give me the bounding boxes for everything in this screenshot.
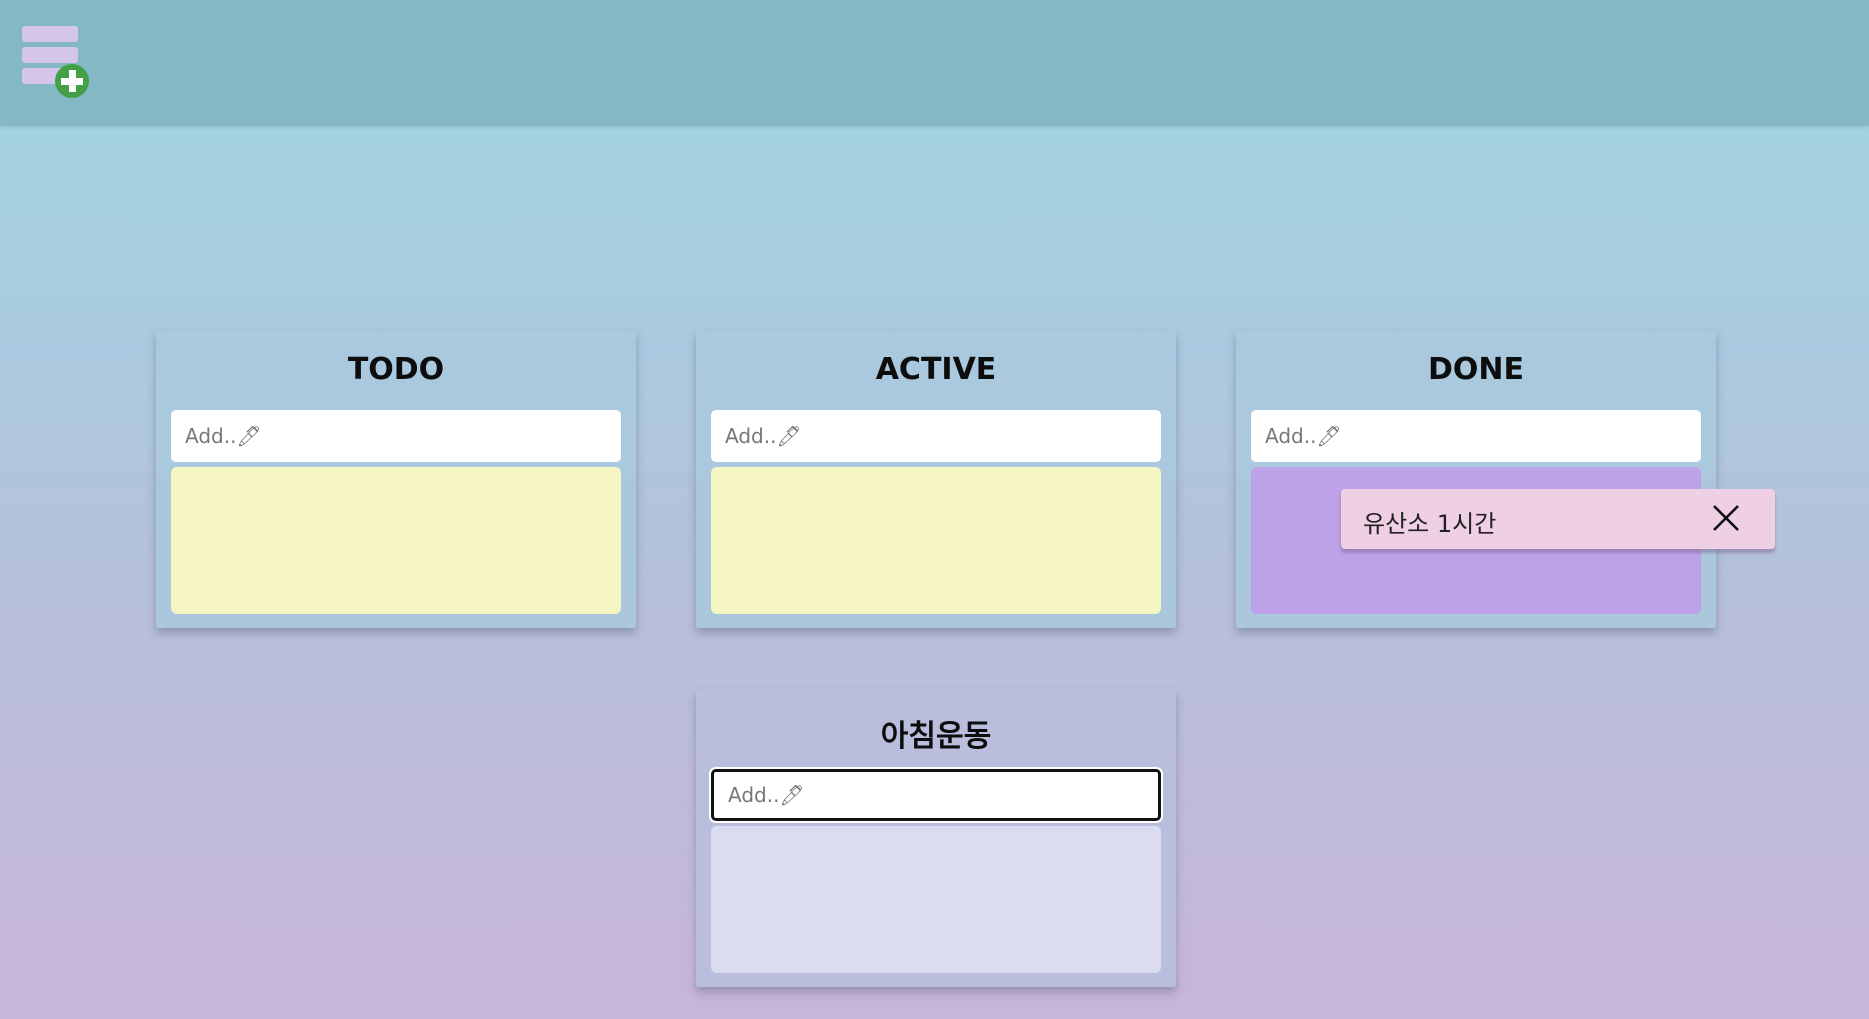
board-custom: 아침운동 bbox=[696, 689, 1176, 987]
board-active: ACTIVE bbox=[696, 330, 1176, 628]
close-icon bbox=[1713, 505, 1739, 531]
task-card-dragging[interactable]: 유산소 1시간 bbox=[1341, 489, 1775, 549]
board-title: TODO bbox=[347, 352, 445, 387]
board-title: ACTIVE bbox=[875, 352, 997, 387]
add-list-icon bbox=[22, 26, 89, 98]
board-title: DONE bbox=[1427, 352, 1524, 387]
add-task-input[interactable] bbox=[711, 769, 1161, 821]
delete-task-button[interactable] bbox=[1711, 503, 1741, 533]
board-title: 아침운동 bbox=[880, 719, 992, 754]
add-board-button[interactable] bbox=[20, 26, 92, 98]
task-text: 유산소 1시간 bbox=[1363, 510, 1497, 538]
add-task-input[interactable] bbox=[171, 410, 621, 462]
top-bar bbox=[0, 0, 1869, 126]
task-dropzone[interactable] bbox=[171, 467, 621, 614]
task-dropzone[interactable] bbox=[711, 826, 1161, 973]
board-done: DONE bbox=[1236, 330, 1716, 628]
board-todo: TODO bbox=[156, 330, 636, 628]
add-task-input[interactable] bbox=[711, 410, 1161, 462]
add-task-input[interactable] bbox=[1251, 410, 1701, 462]
task-dropzone[interactable] bbox=[711, 467, 1161, 614]
